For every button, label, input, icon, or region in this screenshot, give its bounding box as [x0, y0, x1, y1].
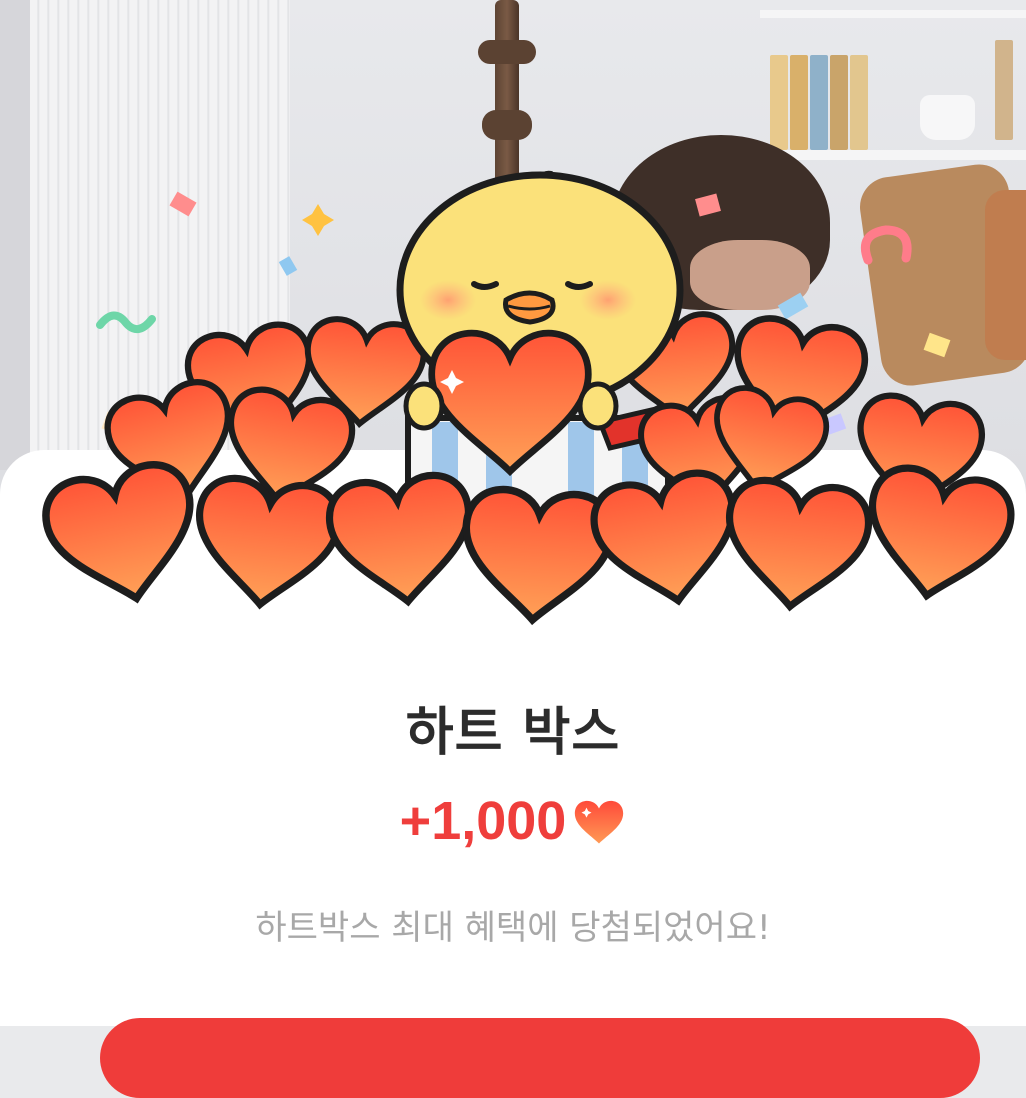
heart-box-illustration — [0, 160, 1026, 640]
book — [770, 55, 788, 150]
book — [995, 40, 1013, 140]
reward-amount-row: +1,000 — [0, 790, 1026, 852]
heart-box-illustration-svg — [0, 170, 1026, 640]
book — [810, 55, 828, 150]
lamp-knob — [478, 40, 536, 64]
book — [850, 55, 868, 150]
heart-icon — [575, 800, 624, 844]
bookshelf — [760, 150, 1026, 160]
bookshelf — [760, 10, 1026, 18]
book — [830, 55, 848, 150]
lamp-knob — [482, 110, 532, 140]
reward-amount: +1,000 — [399, 791, 567, 851]
book — [790, 55, 808, 150]
confirm-button[interactable] — [100, 1018, 980, 1098]
vase — [920, 95, 975, 140]
page-title: 하트 박스 — [405, 703, 621, 763]
reward-description: 하트박스 최대 혜택에 당첨되었어요! — [255, 908, 771, 948]
